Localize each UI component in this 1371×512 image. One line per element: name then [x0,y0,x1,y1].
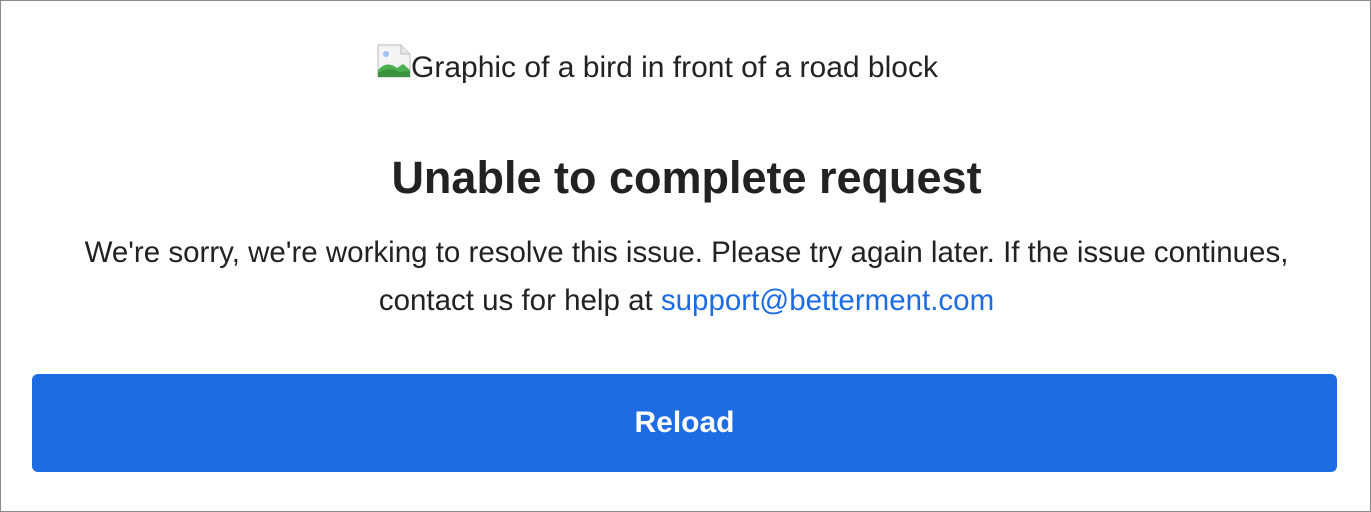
error-message: We're sorry, we're working to resolve th… [81,229,1292,325]
error-page-frame: Graphic of a bird in front of a road blo… [0,0,1371,512]
image-alt-text: Graphic of a bird in front of a road blo… [411,51,938,84]
bird-roadblock-image: Graphic of a bird in front of a road blo… [377,43,938,83]
broken-image-icon [377,44,411,78]
page-title: Unable to complete request [391,152,982,203]
reload-button[interactable]: Reload [32,374,1337,472]
support-email-link[interactable]: support@betterment.com [661,284,994,317]
